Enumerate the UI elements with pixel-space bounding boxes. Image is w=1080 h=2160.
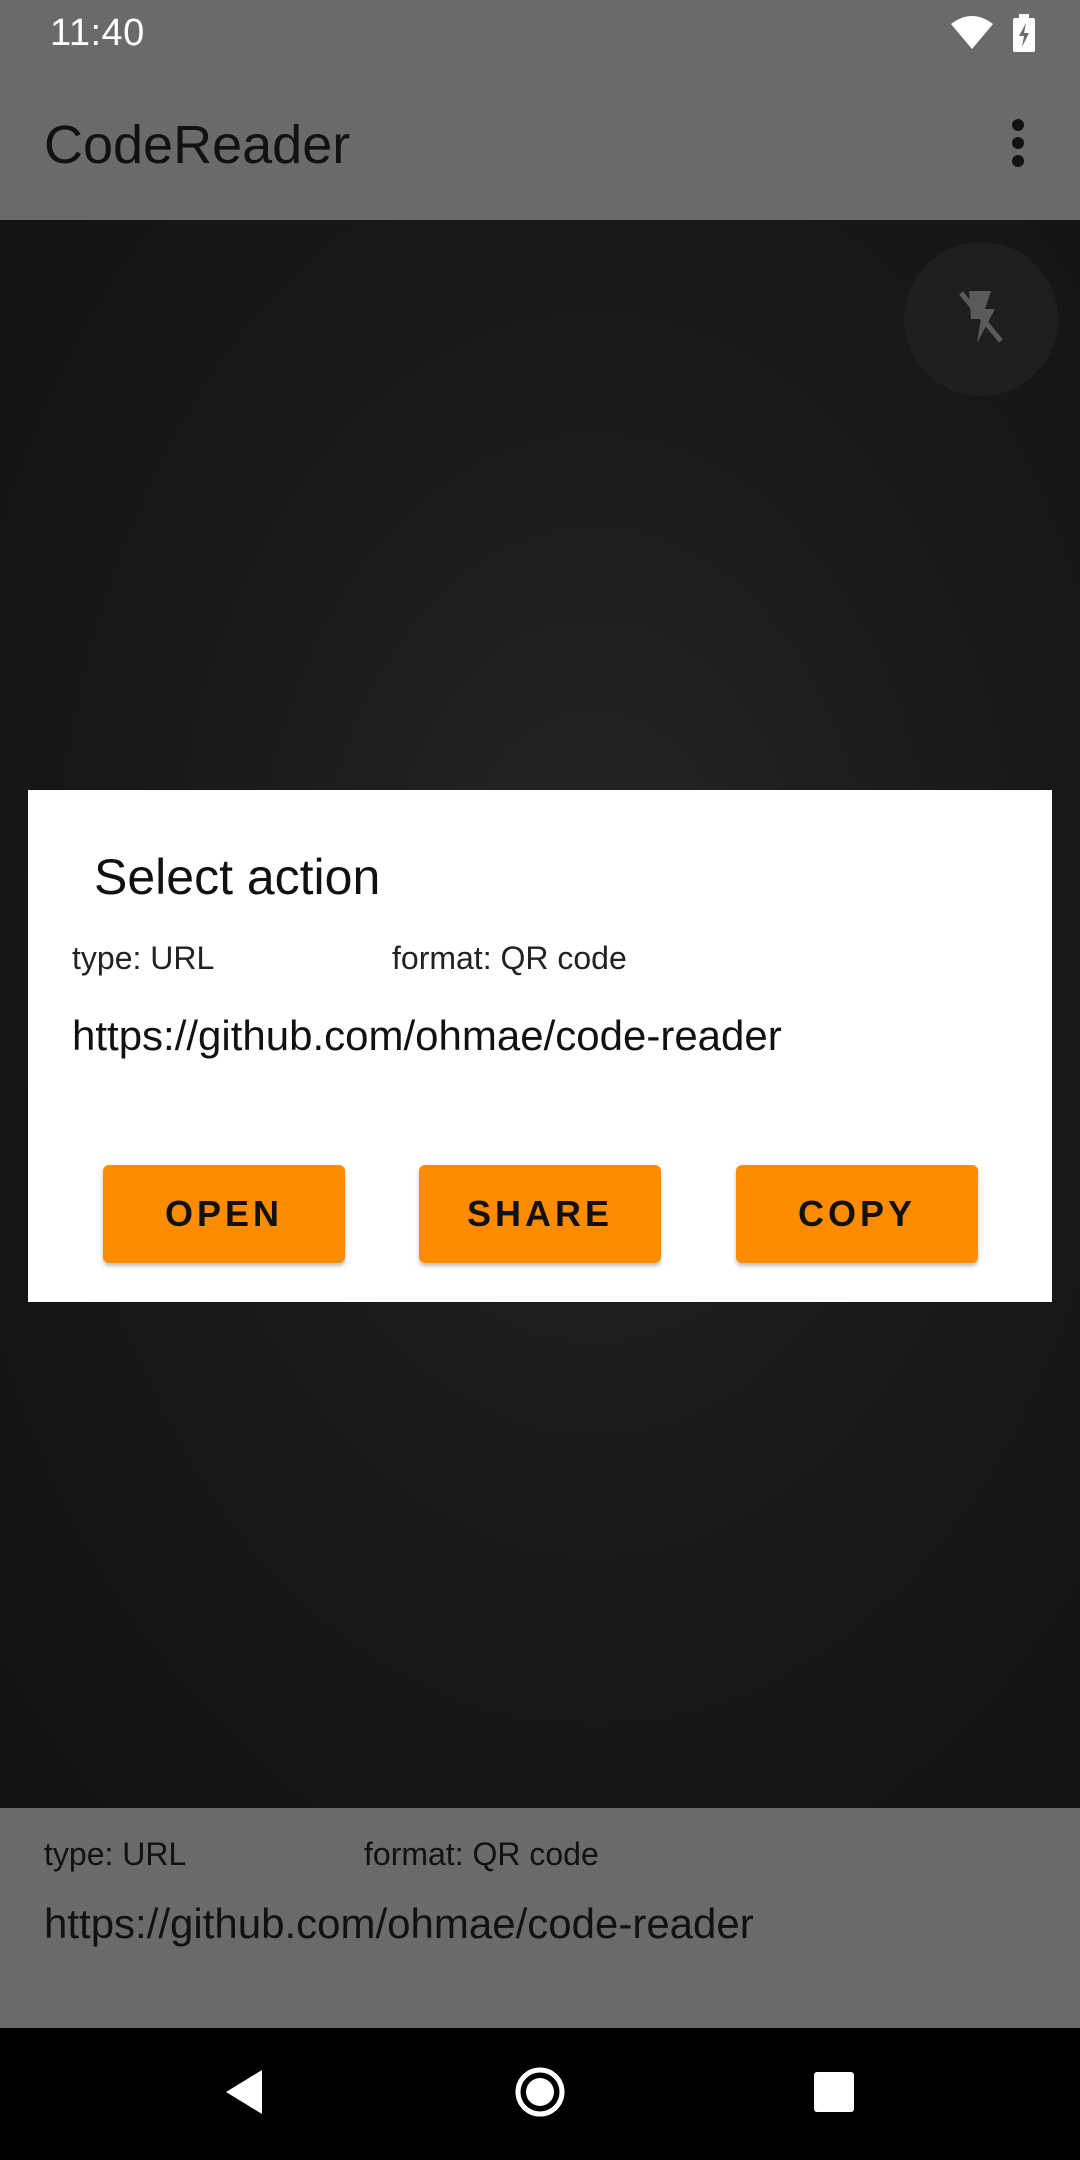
dialog-title: Select action [94, 849, 381, 905]
back-icon [220, 2066, 268, 2123]
status-time: 11:40 [50, 12, 145, 54]
status-bar: 11:40 [0, 0, 1080, 66]
home-icon [514, 2066, 566, 2123]
battery-charging-icon [1012, 14, 1036, 57]
share-button[interactable]: SHARE [419, 1165, 661, 1263]
select-action-dialog: Select action type: URL format: QR code … [28, 790, 1052, 1302]
status-icons [950, 14, 1036, 57]
result-type-label: type: URL [44, 1836, 187, 1872]
dialog-url: https://github.com/ohmae/code-reader [72, 1012, 782, 1059]
app-bar: CodeReader [0, 66, 1080, 220]
recents-button[interactable] [802, 2062, 866, 2126]
flash-off-icon [955, 287, 1007, 352]
home-button[interactable] [508, 2062, 572, 2126]
result-panel: type: URL format: QR code https://github… [0, 1808, 1080, 2028]
back-button[interactable] [212, 2062, 276, 2126]
app-title: CodeReader [44, 115, 351, 175]
copy-button[interactable]: COPY [736, 1165, 978, 1263]
navigation-bar [0, 2028, 1080, 2160]
result-format-label: format: QR code [364, 1836, 599, 1872]
dialog-format-label: format: QR code [392, 940, 627, 976]
wifi-icon [950, 15, 994, 56]
recents-icon [811, 2069, 857, 2120]
result-url: https://github.com/ohmae/code-reader [44, 1900, 754, 1947]
flash-toggle-button[interactable] [904, 242, 1058, 396]
more-vert-icon [1011, 118, 1025, 172]
dialog-type-label: type: URL [72, 940, 215, 976]
more-options-button[interactable] [992, 110, 1044, 180]
open-button[interactable]: OPEN [103, 1165, 345, 1263]
